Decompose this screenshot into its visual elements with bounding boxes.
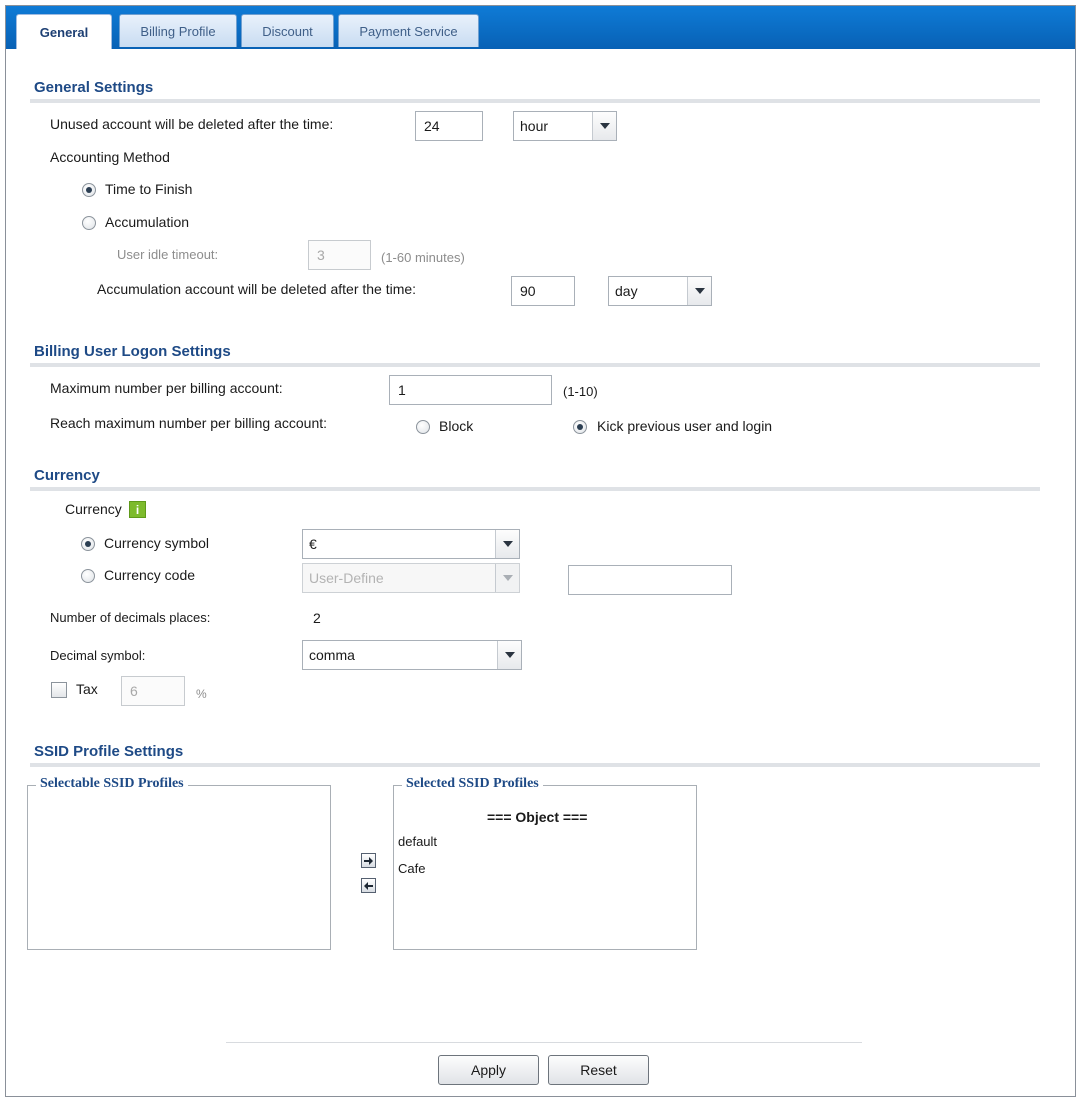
- arrow-left-icon[interactable]: [361, 878, 376, 893]
- currency-symbol-value: €: [309, 536, 317, 552]
- selected-ssid-list[interactable]: Selected SSID Profiles === Object === de…: [393, 776, 697, 950]
- max-number-hint: (1-10): [563, 384, 598, 399]
- chevron-down-icon[interactable]: [495, 530, 519, 558]
- max-number-input[interactable]: [389, 375, 552, 405]
- chevron-down-icon[interactable]: [495, 564, 519, 592]
- apply-button[interactable]: Apply: [438, 1055, 539, 1085]
- list-item[interactable]: default: [398, 834, 437, 849]
- currency-code-radio[interactable]: [81, 569, 95, 583]
- settings-window: General Billing Profile Discount Payment…: [5, 5, 1076, 1097]
- currency-code-value: User-Define: [309, 570, 384, 586]
- currency-code-label: Currency code: [104, 567, 196, 583]
- tab-general[interactable]: General: [16, 14, 112, 49]
- tab-payment-service[interactable]: Payment Service: [338, 14, 479, 47]
- info-icon[interactable]: i: [129, 501, 146, 518]
- decimal-symbol-select[interactable]: comma: [302, 640, 522, 670]
- unused-account-time-input[interactable]: [415, 111, 483, 141]
- accumulation-deleted-time-input[interactable]: [511, 276, 575, 306]
- tax-label: Tax: [76, 681, 98, 697]
- user-idle-timeout-input[interactable]: [308, 240, 371, 270]
- block-radio[interactable]: [416, 420, 430, 434]
- decimal-symbol-label: Decimal symbol:: [50, 648, 146, 663]
- max-number-label: Maximum number per billing account:: [50, 380, 283, 396]
- selectable-ssid-list[interactable]: Selectable SSID Profiles: [27, 776, 331, 950]
- unused-account-unit-value: hour: [520, 118, 549, 134]
- tax-checkbox[interactable]: [51, 682, 67, 698]
- tax-input[interactable]: [121, 676, 185, 706]
- section-divider: [30, 763, 1040, 767]
- chevron-down-icon[interactable]: [497, 641, 521, 669]
- selected-ssid-header: === Object ===: [487, 809, 588, 825]
- block-label: Block: [439, 418, 474, 434]
- tax-percent-unit: %: [196, 687, 207, 701]
- tab-billing-profile[interactable]: Billing Profile: [119, 14, 237, 47]
- kick-previous-user-radio[interactable]: [573, 420, 587, 434]
- currency-symbol-radio[interactable]: [81, 537, 95, 551]
- reach-max-label: Reach maximum number per billing account…: [50, 415, 328, 431]
- kick-previous-user-label: Kick previous user and login: [597, 418, 773, 434]
- unused-account-label: Unused account will be deleted after the…: [50, 116, 334, 132]
- selected-ssid-legend: Selected SSID Profiles: [402, 776, 543, 792]
- decimals-places-value: 2: [313, 610, 321, 626]
- chevron-down-icon[interactable]: [592, 112, 616, 140]
- list-item[interactable]: Cafe: [398, 861, 425, 876]
- section-divider: [30, 487, 1040, 491]
- time-to-finish-radio[interactable]: [82, 183, 96, 197]
- section-title-currency: Currency: [34, 467, 100, 484]
- section-title-logon: Billing User Logon Settings: [34, 343, 231, 360]
- time-to-finish-label: Time to Finish: [105, 181, 193, 197]
- currency-code-select[interactable]: User-Define: [302, 563, 520, 593]
- accumulation-radio[interactable]: [82, 216, 96, 230]
- accumulation-deleted-unit-select[interactable]: day: [608, 276, 712, 306]
- reset-button[interactable]: Reset: [548, 1055, 649, 1085]
- accounting-method-label: Accounting Method: [50, 149, 170, 165]
- currency-code-custom-input[interactable]: [568, 565, 732, 595]
- currency-symbol-select[interactable]: €: [302, 529, 520, 559]
- chevron-down-icon[interactable]: [687, 277, 711, 305]
- user-idle-timeout-label: User idle timeout:: [117, 247, 219, 262]
- unused-account-unit-select[interactable]: hour: [513, 111, 617, 141]
- section-divider: [30, 99, 1040, 103]
- arrow-right-icon[interactable]: [361, 853, 376, 868]
- tab-discount[interactable]: Discount: [241, 14, 334, 47]
- section-divider: [30, 363, 1040, 367]
- section-title-ssid: SSID Profile Settings: [34, 743, 184, 760]
- tab-bar: General Billing Profile Discount Payment…: [6, 6, 1075, 49]
- user-idle-timeout-hint: (1-60 minutes): [381, 250, 465, 265]
- selectable-ssid-legend: Selectable SSID Profiles: [36, 776, 188, 792]
- footer-divider: [226, 1042, 862, 1043]
- currency-symbol-label: Currency symbol: [104, 535, 210, 551]
- currency-label: Currency: [65, 501, 122, 517]
- decimals-places-label: Number of decimals places:: [50, 610, 211, 625]
- accumulation-deleted-label: Accumulation account will be deleted aft…: [97, 281, 417, 297]
- section-title-general: General Settings: [34, 79, 154, 96]
- accumulation-deleted-unit-value: day: [615, 283, 638, 299]
- decimal-symbol-value: comma: [309, 647, 355, 663]
- accumulation-label: Accumulation: [105, 214, 190, 230]
